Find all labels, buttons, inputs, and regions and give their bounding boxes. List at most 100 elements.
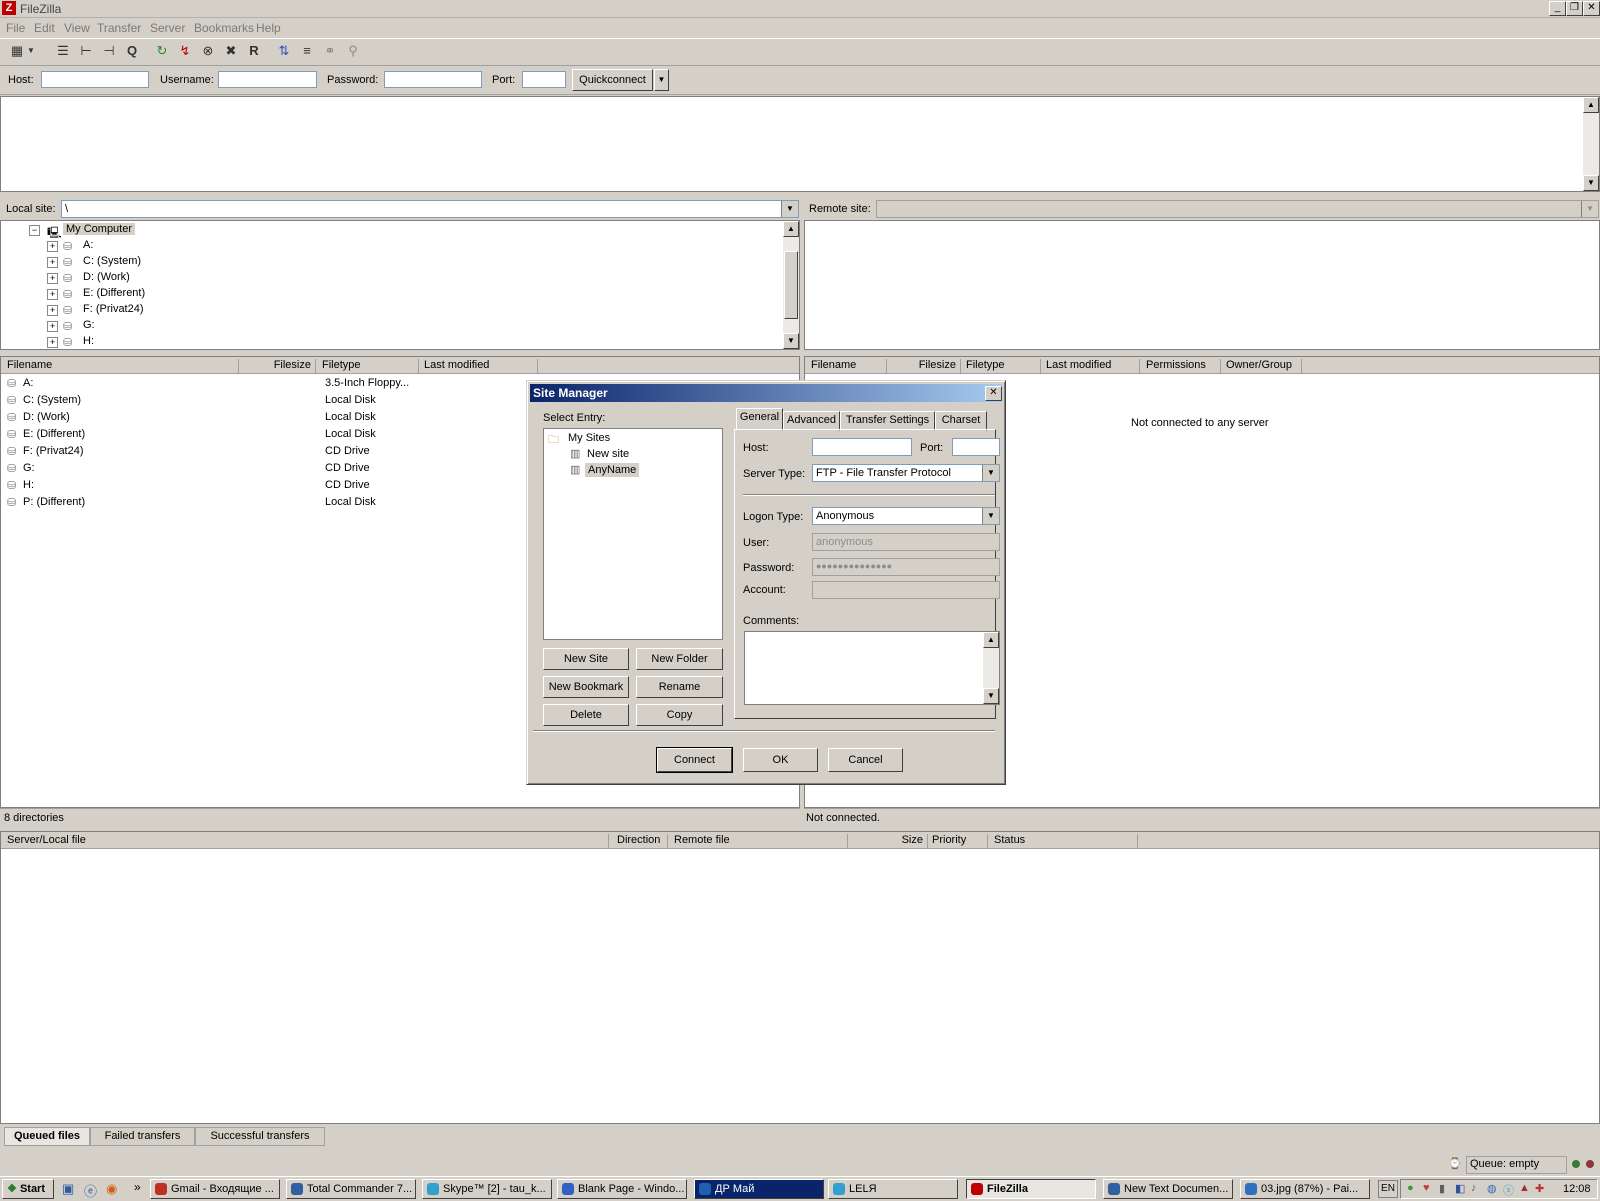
comments-textarea[interactable]: ▲ ▼	[744, 631, 1000, 705]
col-priority[interactable]: Priority	[928, 834, 988, 848]
ie-icon[interactable]: ⓔ	[84, 1181, 97, 1200]
directory-filter-icon[interactable]: ⇅	[275, 42, 293, 60]
tree-item-my-sites[interactable]: My Sites	[568, 432, 610, 444]
toggle-log-icon[interactable]: ☰	[54, 42, 72, 60]
start-button[interactable]: ❖ Start	[2, 1179, 54, 1199]
speed-limit-icon[interactable]: ⌚	[1448, 1157, 1462, 1170]
tray-icon[interactable]: ♥	[1423, 1182, 1430, 1194]
tab-advanced[interactable]: Advanced	[783, 411, 840, 431]
tray-icon[interactable]: ◍	[1487, 1182, 1497, 1195]
language-indicator[interactable]: EN	[1378, 1180, 1398, 1198]
menu-view[interactable]: View	[64, 21, 90, 35]
tab-queued-files[interactable]: Queued files	[4, 1127, 90, 1146]
logon-type-select[interactable]: Anonymous ▼	[812, 507, 1000, 525]
close-icon[interactable]: ✕	[985, 386, 1002, 401]
quicklaunch-more-icon[interactable]: »	[134, 1180, 141, 1194]
expand-icon[interactable]: +	[47, 337, 58, 348]
tray-icon[interactable]: ●	[1407, 1182, 1414, 1194]
expand-icon[interactable]: +	[47, 241, 58, 252]
col-direction[interactable]: Direction	[609, 834, 668, 848]
taskbar-task[interactable]: ДР Май	[694, 1179, 824, 1199]
menu-help[interactable]: Help	[256, 21, 281, 35]
close-window-button[interactable]: ✕	[1583, 1, 1600, 16]
host-input[interactable]	[41, 71, 149, 88]
col-filetype[interactable]: Filetype	[966, 359, 1041, 373]
username-input[interactable]	[218, 71, 317, 88]
copy-button[interactable]: Copy	[636, 704, 723, 726]
col-server-local-file[interactable]: Server/Local file	[7, 834, 609, 848]
delete-button[interactable]: Delete	[543, 704, 629, 726]
tree-item-anyname[interactable]: AnyName	[585, 463, 640, 477]
col-size[interactable]: Size	[848, 834, 928, 848]
password-input[interactable]	[384, 71, 482, 88]
col-filesize[interactable]: Filesize	[239, 359, 316, 373]
col-filesize[interactable]: Filesize	[887, 359, 961, 373]
user-input[interactable]: anonymous	[812, 533, 1000, 551]
menu-file[interactable]: File	[6, 21, 25, 35]
taskbar-task[interactable]: New Text Documen...	[1103, 1179, 1233, 1199]
minimize-button[interactable]: _	[1549, 1, 1566, 16]
tree-item-new-site[interactable]: New site	[587, 448, 629, 460]
menu-server[interactable]: Server	[150, 21, 185, 35]
expand-icon[interactable]: +	[47, 305, 58, 316]
local-path-input[interactable]: \ ▼	[61, 200, 799, 218]
tree-item-drive[interactable]: G:	[83, 319, 95, 331]
tree-item-drive[interactable]: C: (System)	[83, 255, 141, 267]
cancel-operation-icon[interactable]: ⊗	[199, 42, 217, 60]
tree-item-my-computer[interactable]: My Computer	[63, 223, 136, 235]
ok-button[interactable]: OK	[743, 748, 818, 772]
scroll-up-icon[interactable]: ▲	[783, 221, 799, 237]
col-filename[interactable]: Filename	[7, 359, 239, 373]
refresh-icon[interactable]: ↻	[153, 42, 171, 60]
taskbar-task[interactable]: Total Commander 7...	[286, 1179, 416, 1199]
tree-item-drive[interactable]: H:	[83, 335, 94, 347]
col-remote-file[interactable]: Remote file	[668, 834, 848, 848]
tab-transfer-settings[interactable]: Transfer Settings	[840, 411, 935, 431]
new-folder-button[interactable]: New Folder	[636, 648, 723, 670]
taskbar-task[interactable]: FileZilla	[966, 1179, 1096, 1199]
connect-button[interactable]: Connect	[656, 747, 733, 773]
site-manager-dropdown-icon[interactable]: ▼	[26, 42, 36, 60]
toggle-local-tree-icon[interactable]: ⊢	[77, 42, 95, 60]
toggle-queue-icon[interactable]: Q	[123, 42, 141, 60]
collapse-icon[interactable]: −	[29, 225, 40, 236]
scroll-up-icon[interactable]: ▲	[983, 632, 999, 648]
tray-icon[interactable]: ⓢ	[1503, 1182, 1514, 1198]
quickconnect-button[interactable]: Quickconnect	[572, 69, 653, 91]
tray-icon[interactable]: ▮	[1439, 1182, 1445, 1195]
tree-item-drive[interactable]: D: (Work)	[83, 271, 130, 283]
scroll-thumb[interactable]	[784, 251, 798, 319]
tab-successful-transfers[interactable]: Successful transfers	[195, 1127, 325, 1146]
scroll-down-icon[interactable]: ▼	[983, 688, 999, 704]
col-filetype[interactable]: Filetype	[322, 359, 419, 373]
expand-icon[interactable]: +	[47, 321, 58, 332]
menu-bookmarks[interactable]: Bookmarks	[194, 21, 254, 35]
tray-icon[interactable]: ✚	[1535, 1182, 1544, 1195]
site-port-input[interactable]	[952, 438, 1000, 456]
tray-icon[interactable]: ▲	[1519, 1182, 1530, 1194]
expand-icon[interactable]: +	[47, 257, 58, 268]
taskbar-task[interactable]: Skype™ [2] - tau_k...	[422, 1179, 552, 1199]
remote-path-input[interactable]: ▼	[876, 200, 1599, 218]
tree-item-drive[interactable]: E: (Different)	[83, 287, 145, 299]
rename-button[interactable]: Rename	[636, 676, 723, 698]
taskbar-task[interactable]: Blank Page - Windo...	[557, 1179, 687, 1199]
chevron-down-icon[interactable]: ▼	[982, 508, 999, 524]
col-status[interactable]: Status	[988, 834, 1138, 848]
reconnect-icon[interactable]: R	[245, 42, 263, 60]
sync-browsing-icon[interactable]: ⚭	[321, 42, 339, 60]
new-site-button[interactable]: New Site	[543, 648, 629, 670]
tree-item-drive[interactable]: A:	[83, 239, 93, 251]
menu-transfer[interactable]: Transfer	[97, 21, 141, 35]
expand-icon[interactable]: +	[47, 289, 58, 300]
toggle-remote-tree-icon[interactable]: ⊣	[100, 42, 118, 60]
taskbar-task[interactable]: LELЯ	[828, 1179, 958, 1199]
tray-icon[interactable]: ◧	[1455, 1182, 1465, 1195]
toggle-comparison-icon[interactable]: ≡	[298, 42, 316, 60]
account-input[interactable]	[812, 581, 1000, 599]
desktop-icon[interactable]: ▣	[62, 1181, 74, 1197]
scroll-up-icon[interactable]: ▲	[1583, 97, 1599, 113]
site-manager-icon[interactable]: ▦	[8, 42, 26, 60]
log-scrollbar[interactable]: ▲ ▼	[1583, 97, 1599, 191]
col-last-modified[interactable]: Last modified	[1046, 359, 1140, 373]
